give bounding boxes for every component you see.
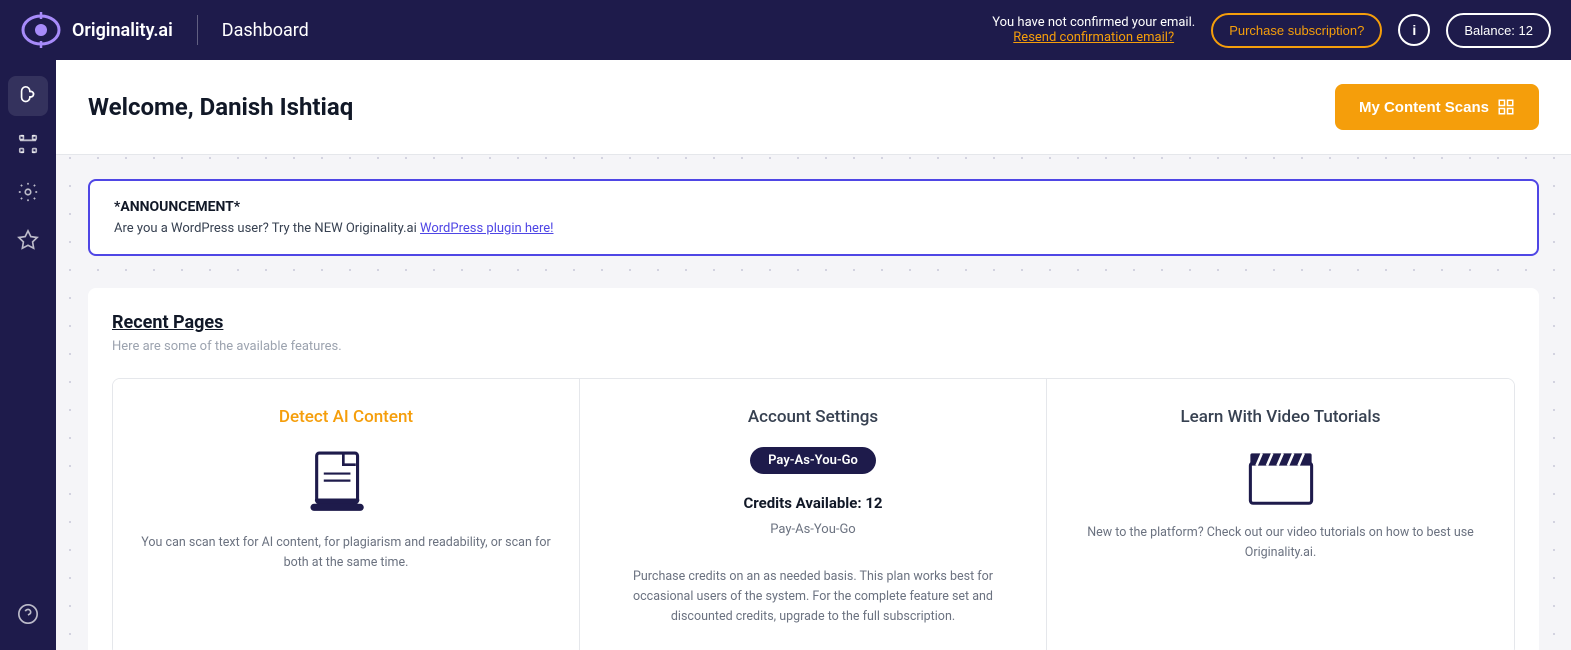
recent-pages-subtitle: Here are some of the available features. (112, 339, 1515, 354)
content-area: *ANNOUNCEMENT* Are you a WordPress user?… (56, 155, 1571, 650)
announcement-title: *ANNOUNCEMENT* (114, 199, 1513, 215)
email-warning-text: You have not confirmed your email. (992, 15, 1195, 30)
account-settings-title: Account Settings (604, 407, 1022, 427)
purchase-subscription-button[interactable]: Purchase subscription? (1211, 13, 1382, 48)
app-body: Welcome, Danish Ishtiaq My Content Scans… (0, 60, 1571, 650)
detect-ai-desc: You can scan text for AI content, for pl… (137, 533, 555, 573)
nav-email-warning: You have not confirmed your email. Resen… (992, 15, 1195, 45)
resend-email-link[interactable]: Resend confirmation email? (1013, 30, 1174, 45)
recent-pages-title: Recent Pages (112, 312, 1515, 333)
plan-name: Pay-As-You-Go (770, 522, 855, 537)
announcement-box: *ANNOUNCEMENT* Are you a WordPress user?… (88, 179, 1539, 256)
page-header: Welcome, Danish Ishtiaq My Content Scans (56, 60, 1571, 155)
help-icon (17, 603, 39, 625)
video-tutorials-desc: New to the platform? Check out our video… (1071, 523, 1490, 563)
scan-icon (17, 133, 39, 155)
sidebar-item-help[interactable] (8, 594, 48, 634)
account-settings-desc: Purchase credits on an as needed basis. … (604, 567, 1022, 627)
settings-icon (17, 181, 39, 203)
wordpress-plugin-link[interactable]: WordPress plugin here! (420, 221, 553, 236)
detect-ai-title: Detect AI Content (137, 407, 555, 427)
sidebar (0, 60, 56, 650)
page-welcome: Welcome, Danish Ishtiaq (88, 93, 353, 121)
main-content: Welcome, Danish Ishtiaq My Content Scans… (56, 60, 1571, 650)
clapperboard-icon (1071, 447, 1490, 507)
feature-cards-grid: Detect AI Content (112, 378, 1515, 650)
announcement-text-prefix: Are you a WordPress user? Try the NEW Or… (114, 221, 420, 236)
grid-icon (1497, 98, 1515, 116)
recent-pages-section: Recent Pages Here are some of the availa… (88, 288, 1539, 650)
detect-ai-card[interactable]: Detect AI Content (113, 379, 580, 650)
balance-button[interactable]: Balance: 12 (1446, 13, 1551, 48)
logo-text: Originality.ai (72, 20, 173, 41)
sidebar-item-settings[interactable] (8, 172, 48, 212)
my-content-scans-label: My Content Scans (1359, 99, 1489, 116)
info-button[interactable]: i (1398, 14, 1430, 46)
nav-divider (197, 15, 198, 45)
video-tutorials-title: Learn With Video Tutorials (1071, 407, 1490, 427)
sidebar-item-scan[interactable] (8, 76, 48, 116)
sidebar-item-scanner[interactable] (8, 124, 48, 164)
plan-badge: Pay-As-You-Go (750, 447, 876, 474)
top-navbar: Originality.ai Dashboard You have not co… (0, 0, 1571, 60)
star-icon (17, 229, 39, 251)
announcement-text: Are you a WordPress user? Try the NEW Or… (114, 221, 1513, 236)
credits-label: Credits Available: 12 (743, 494, 882, 512)
account-icon: Pay-As-You-Go Credits Available: 12 Pay-… (604, 447, 1022, 551)
account-settings-card[interactable]: Account Settings Pay-As-You-Go Credits A… (580, 379, 1047, 650)
my-content-scans-button[interactable]: My Content Scans (1335, 84, 1539, 130)
logo-area: Originality.ai (20, 9, 173, 51)
sidebar-item-favorites[interactable] (8, 220, 48, 260)
video-tutorials-card[interactable]: Learn With Video Tutorials (1047, 379, 1514, 650)
nav-page-title: Dashboard (222, 20, 309, 41)
scanner-icon (137, 447, 555, 517)
logo-icon (20, 9, 62, 51)
brain-icon (17, 85, 39, 107)
